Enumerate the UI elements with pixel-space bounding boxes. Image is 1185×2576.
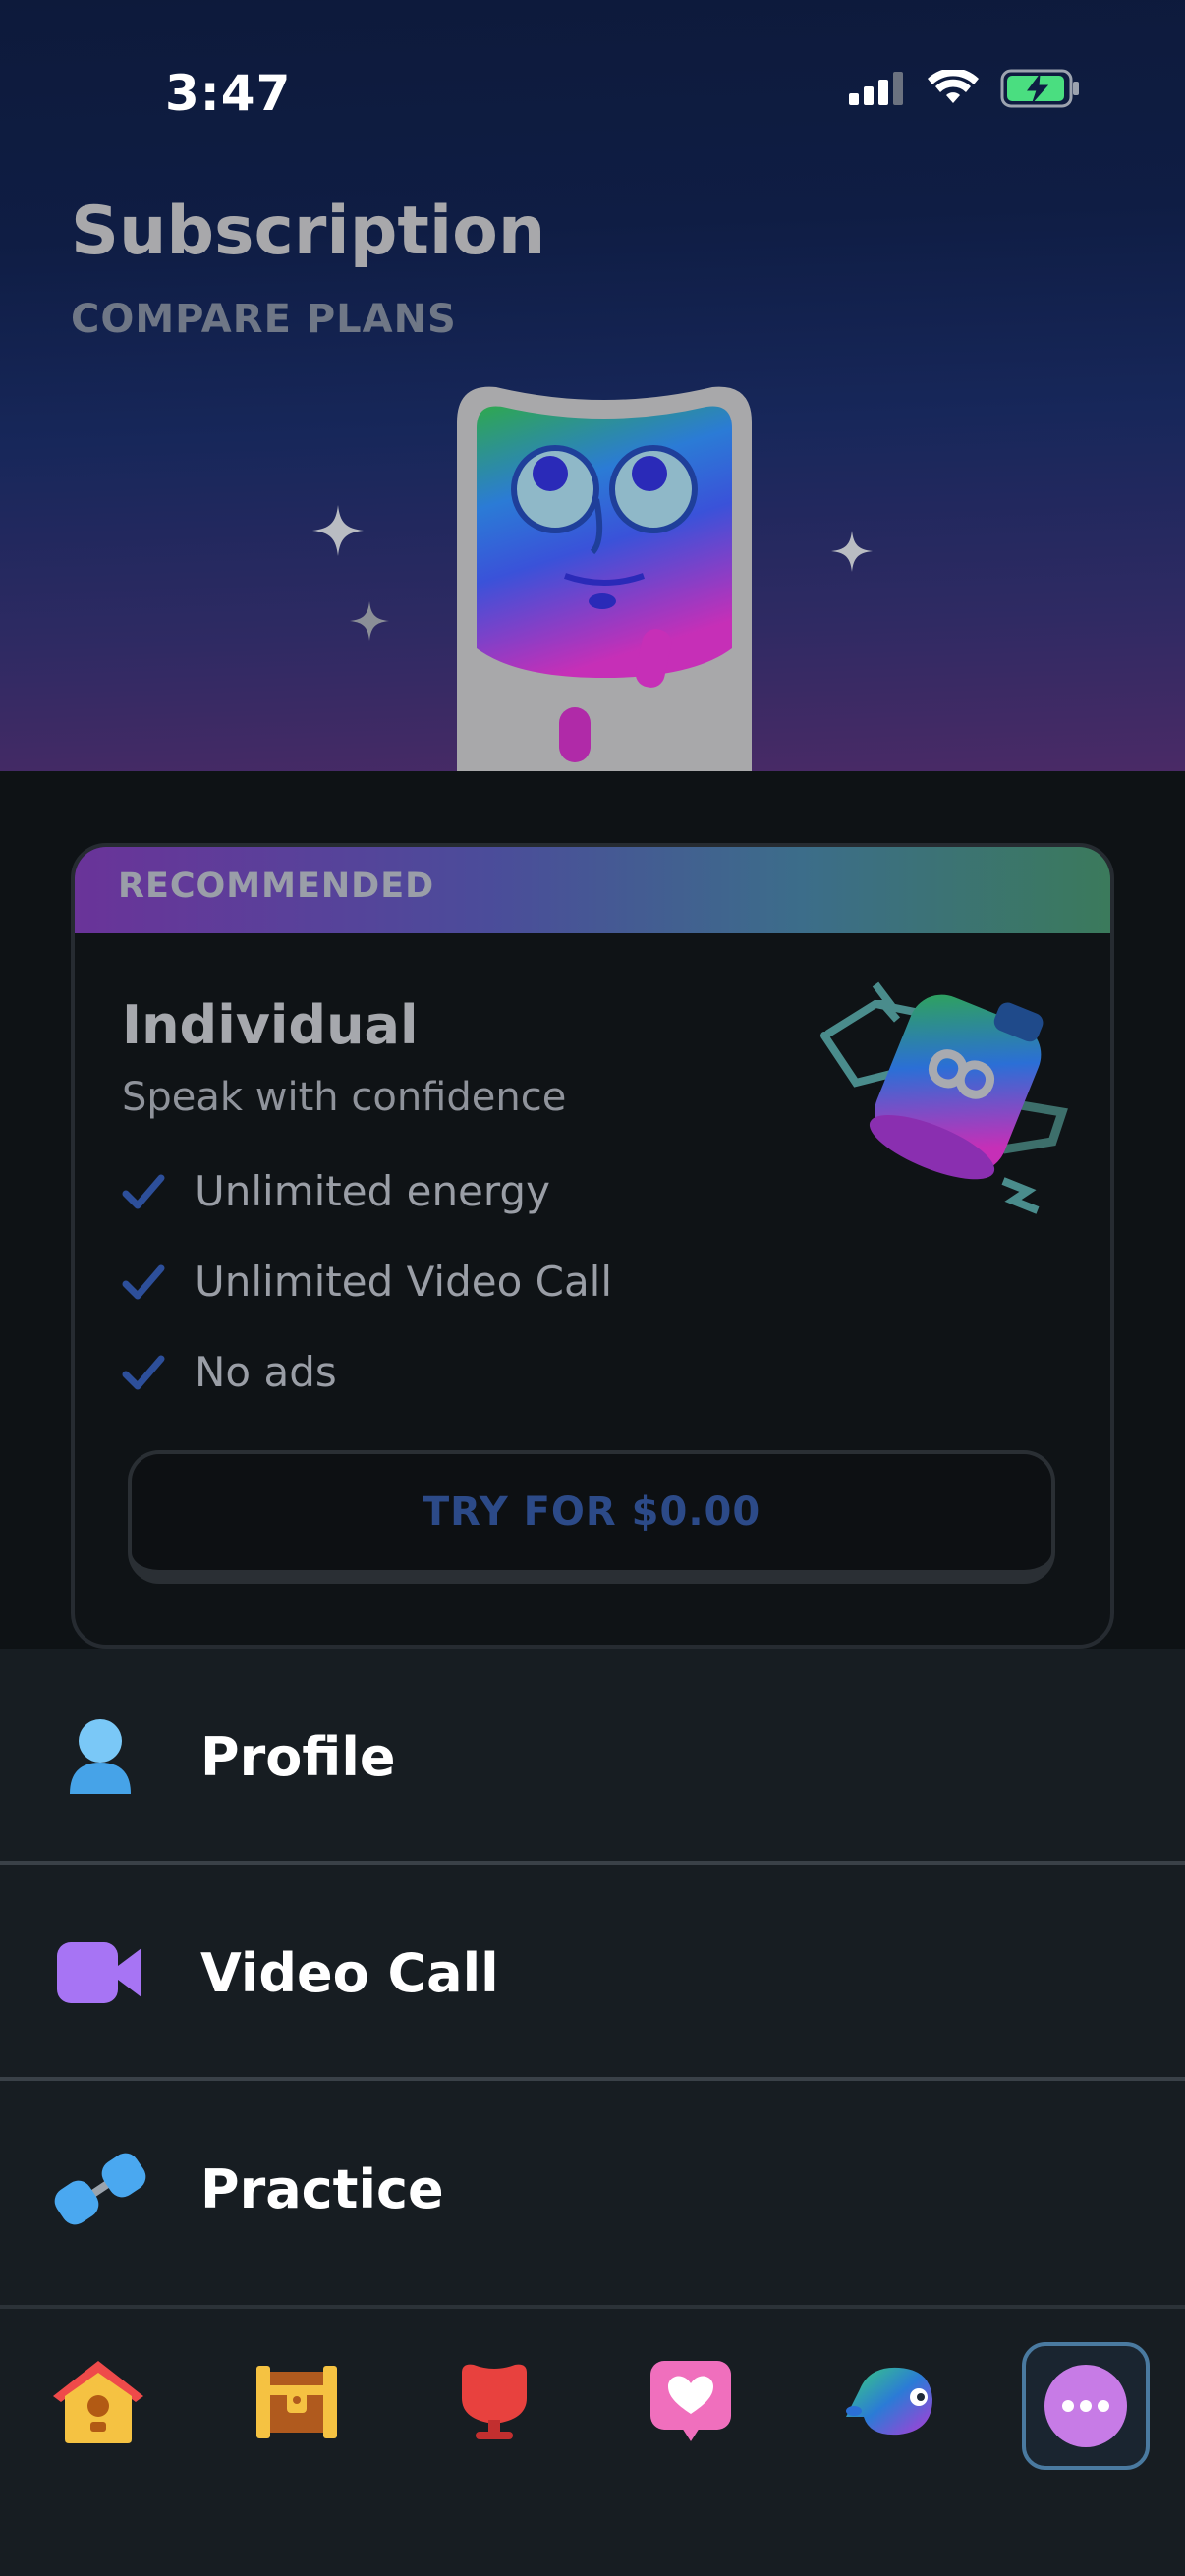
- feature-item: Unlimited Video Call: [122, 1258, 612, 1306]
- menu-item-profile[interactable]: Profile: [0, 1649, 1185, 1865]
- menu-item-practice[interactable]: Practice: [0, 2081, 1185, 2297]
- more-icon: [1044, 2365, 1127, 2447]
- page-subtitle: COMPARE PLANS: [71, 297, 457, 342]
- tab-more[interactable]: [1027, 2347, 1145, 2465]
- sparkle-icon: [312, 505, 364, 556]
- page-title: Subscription: [71, 193, 546, 270]
- treasure-chest-icon: [256, 2366, 337, 2438]
- mascot-illustration: [457, 386, 752, 771]
- battery-charging-icon: [1000, 69, 1079, 108]
- sparkle-icon: [831, 531, 873, 572]
- checkmark-icon: [122, 1355, 165, 1389]
- checkmark-icon: [122, 1174, 165, 1208]
- tab-leaderboard[interactable]: [435, 2342, 553, 2460]
- tab-shop[interactable]: [830, 2342, 948, 2460]
- feature-label: Unlimited energy: [195, 1167, 550, 1215]
- plan-card[interactable]: RECOMMENDED Individual Speak with confid…: [71, 843, 1114, 1649]
- plan-tagline: Speak with confidence: [122, 1075, 567, 1120]
- dumbbell-icon: [53, 2142, 147, 2236]
- feature-label: No ads: [195, 1348, 337, 1396]
- bottom-tab-bar: [0, 2305, 1185, 2576]
- infinity-energy-illustration: [820, 981, 1068, 1214]
- bird-icon: [846, 2367, 932, 2436]
- leaderboard-trophy-icon: [462, 2364, 527, 2439]
- status-time: 3:47: [165, 65, 292, 122]
- tab-friends[interactable]: [632, 2342, 750, 2460]
- feature-label: Unlimited Video Call: [195, 1258, 613, 1306]
- tab-quests[interactable]: [238, 2342, 356, 2460]
- feature-item: Unlimited energy: [122, 1167, 550, 1215]
- more-menu: Profile Video Call Practice: [0, 1649, 1185, 2305]
- tab-home[interactable]: [39, 2342, 157, 2460]
- menu-label: Video Call: [200, 1941, 499, 2004]
- recommended-label: RECOMMENDED: [118, 867, 435, 906]
- status-icons: [849, 69, 1081, 108]
- heart-message-icon: [650, 2361, 731, 2441]
- wifi-icon: [928, 70, 979, 103]
- menu-label: Profile: [200, 1725, 396, 1788]
- feature-item: No ads: [122, 1348, 337, 1396]
- sparkle-icon: [350, 601, 389, 641]
- try-free-button[interactable]: TRY FOR $0.00: [128, 1450, 1055, 1584]
- home-icon: [53, 2361, 143, 2443]
- try-free-label: TRY FOR $0.00: [422, 1489, 762, 1535]
- cellular-signal-icon: [849, 72, 903, 105]
- menu-label: Practice: [200, 2157, 444, 2220]
- menu-item-video-call[interactable]: Video Call: [0, 1865, 1185, 2081]
- plan-title: Individual: [122, 994, 419, 1056]
- hero-banner: 3:47 Subscription COMPARE PLANS: [0, 0, 1185, 771]
- profile-icon: [53, 1709, 147, 1804]
- video-camera-icon: [53, 1926, 147, 2020]
- recommended-banner: RECOMMENDED: [75, 847, 1110, 933]
- checkmark-icon: [122, 1264, 165, 1299]
